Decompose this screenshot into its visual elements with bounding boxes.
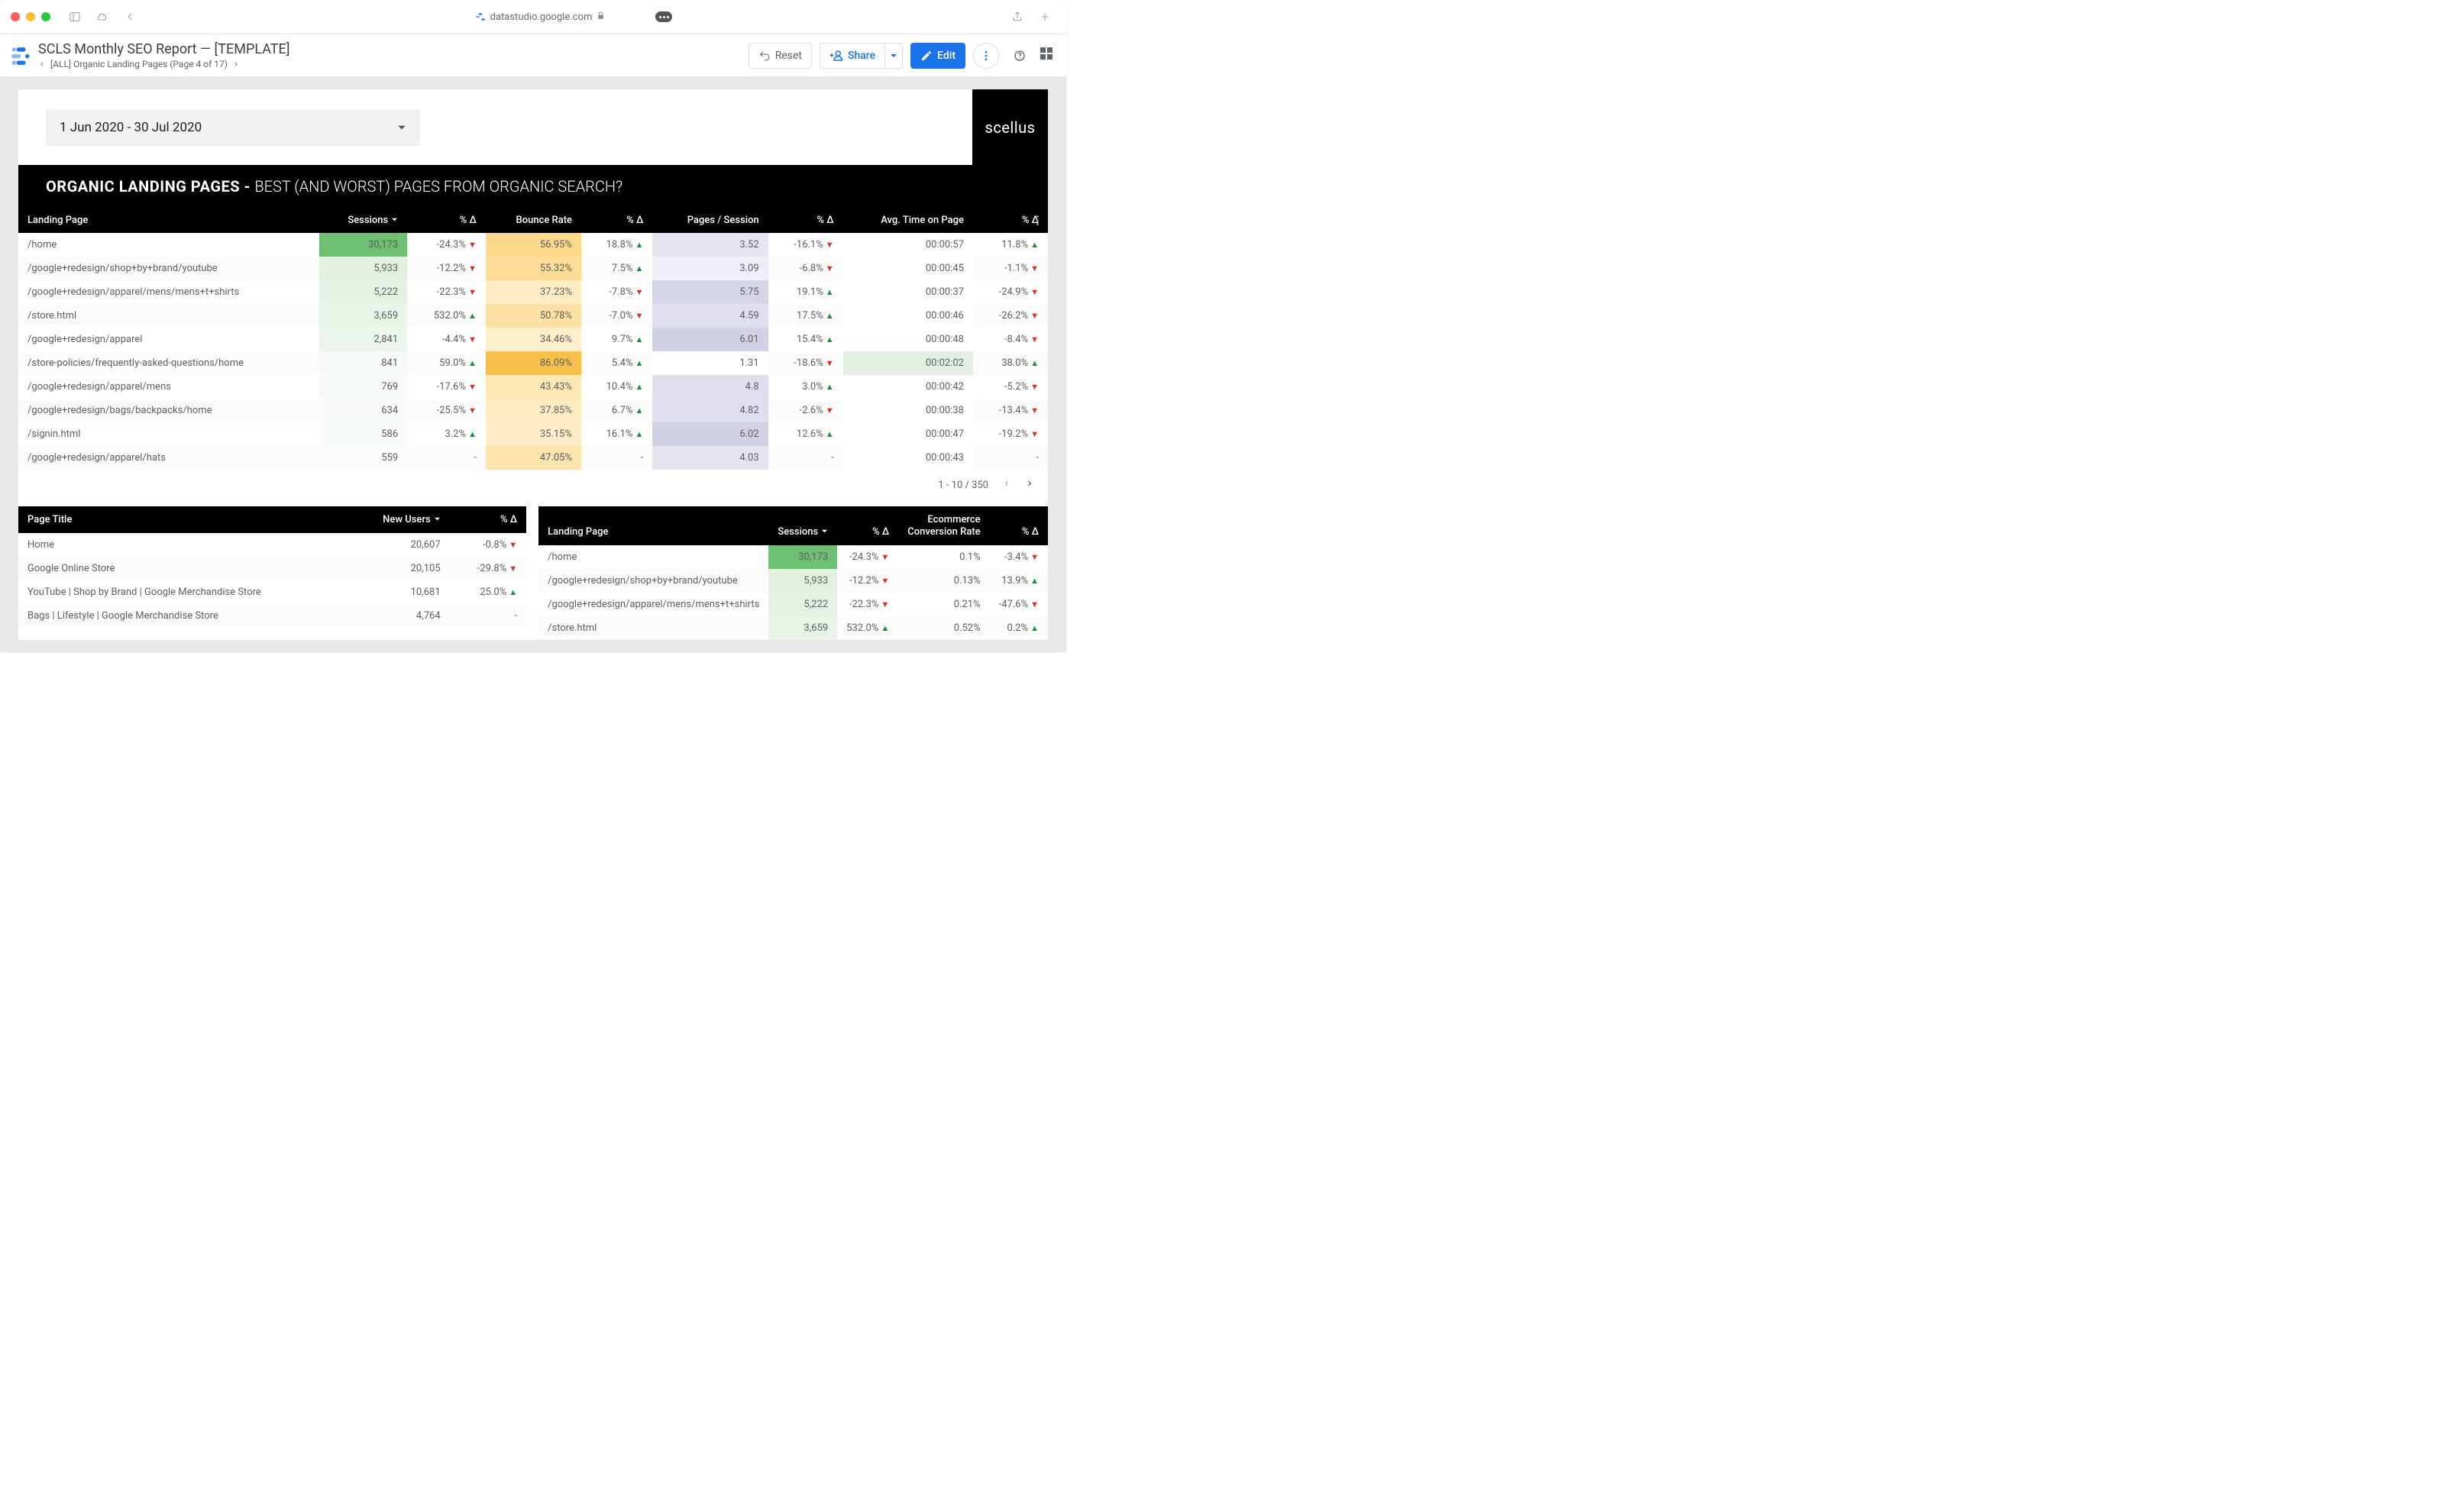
- table-row[interactable]: /home30,173-24.3%▼0.1%-3.4%▼: [538, 545, 1048, 569]
- app-header: SCLS Monthly SEO Report — [TEMPLATE] [AL…: [0, 34, 1066, 77]
- column-header[interactable]: % Δ: [768, 208, 843, 233]
- url-text: datastudio.google.com: [490, 11, 593, 23]
- apps-grid-button[interactable]: [1040, 47, 1057, 64]
- date-range-picker[interactable]: 1 Jun 2020 - 30 Jul 2020: [46, 109, 420, 146]
- back-button[interactable]: [119, 8, 141, 26]
- share-dropdown[interactable]: [884, 43, 903, 69]
- pager-text: 1 - 10 / 350: [938, 480, 988, 491]
- column-header[interactable]: Landing Page: [538, 506, 768, 545]
- table-row[interactable]: /home30,173-24.3%▼56.95%18.8%▲3.52-16.1%…: [18, 233, 1048, 257]
- more-vert-icon: [980, 50, 992, 62]
- column-header[interactable]: EcommerceConversion Rate: [898, 506, 989, 545]
- close-window-icon[interactable]: [11, 12, 20, 21]
- edit-label: Edit: [937, 50, 956, 62]
- chevron-left-icon[interactable]: [38, 60, 46, 68]
- column-header[interactable]: % Δ: [990, 506, 1048, 545]
- table-row[interactable]: /store.html3,659532.0%▲50.78%-7.0%▼4.591…: [18, 304, 1048, 328]
- help-button[interactable]: [1007, 43, 1033, 69]
- table-row[interactable]: /google+redesign/apparel/mens/mens+t+shi…: [18, 280, 1048, 304]
- table-row[interactable]: /google+redesign/apparel/hats559-47.05%-…: [18, 446, 1048, 470]
- breadcrumb[interactable]: [ALL] Organic Landing Pages (Page 4 of 1…: [38, 59, 290, 69]
- grid-icon: [1040, 47, 1057, 60]
- sidebar-toggle-icon[interactable]: [64, 8, 86, 26]
- table-row[interactable]: Google Online Store20,105-29.8%▼: [18, 557, 526, 580]
- more-options-button[interactable]: [973, 43, 999, 69]
- table-row[interactable]: YouTube | Shop by Brand | Google Merchan…: [18, 580, 526, 604]
- column-header[interactable]: Pages / Session: [652, 208, 768, 233]
- conversion-panel: Landing PageSessions% ΔEcommerceConversi…: [538, 506, 1048, 640]
- column-header[interactable]: Landing Page: [18, 208, 319, 233]
- maximize-window-icon[interactable]: [41, 12, 50, 21]
- pencil-icon: [920, 50, 933, 62]
- column-header[interactable]: % Δ: [450, 506, 526, 533]
- table-pager: 1 - 10 / 350: [18, 470, 1048, 500]
- table-row[interactable]: /store-policies/frequently-asked-questio…: [18, 351, 1048, 375]
- browser-toolbar: datastudio.google.com: [0, 0, 1066, 34]
- table-row[interactable]: /google+redesign/shop+by+brand/youtube5,…: [538, 569, 1048, 593]
- pager-next[interactable]: [1025, 479, 1034, 491]
- main-table: Landing PageSessions% ΔBounce Rate% ΔPag…: [18, 208, 1048, 470]
- window-controls[interactable]: [11, 12, 50, 21]
- help-icon: [1014, 50, 1026, 62]
- section-title: ORGANIC LANDING PAGES - BEST (AND WORST)…: [18, 165, 1048, 208]
- address-bar[interactable]: datastudio.google.com: [147, 11, 1001, 23]
- table-row[interactable]: /google+redesign/apparel/mens769-17.6%▼4…: [18, 375, 1048, 399]
- report-canvas: 1 Jun 2020 - 30 Jul 2020 scellus ORGANIC…: [0, 77, 1066, 652]
- column-header[interactable]: % Δ: [407, 208, 486, 233]
- table-row[interactable]: /google+redesign/apparel2,841-4.4%▼34.46…: [18, 328, 1048, 351]
- chevron-right-icon[interactable]: [232, 60, 240, 68]
- date-range-text: 1 Jun 2020 - 30 Jul 2020: [60, 120, 202, 135]
- minimize-window-icon[interactable]: [26, 12, 35, 21]
- datastudio-favicon: [475, 11, 486, 22]
- table-row[interactable]: Bags | Lifestyle | Google Merchandise St…: [18, 604, 526, 628]
- table-row[interactable]: /signin.html5863.2%▲35.15%16.1%▲6.0212.6…: [18, 422, 1048, 446]
- edit-button[interactable]: Edit: [910, 43, 965, 69]
- column-header[interactable]: Bounce Rate: [486, 208, 581, 233]
- column-header[interactable]: Sessions: [319, 208, 407, 233]
- chart-options-button[interactable]: [1033, 212, 1042, 228]
- reader-badge-icon[interactable]: [655, 11, 672, 22]
- lock-icon: [597, 11, 605, 23]
- document-title[interactable]: SCLS Monthly SEO Report — [TEMPLATE]: [38, 41, 290, 57]
- table-row[interactable]: Home20,607-0.8%▼: [18, 533, 526, 557]
- reset-label: Reset: [775, 50, 802, 62]
- cloud-tabs-icon[interactable]: [92, 8, 113, 26]
- column-header[interactable]: Sessions: [768, 506, 837, 545]
- share-label: Share: [848, 50, 875, 62]
- share-icon[interactable]: [1007, 8, 1028, 26]
- pager-prev[interactable]: [1002, 479, 1011, 491]
- reset-button[interactable]: Reset: [749, 43, 812, 69]
- table-row[interactable]: /google+redesign/bags/backpacks/home634-…: [18, 399, 1048, 422]
- column-header[interactable]: % Δ: [837, 506, 898, 545]
- new-tab-icon[interactable]: [1034, 8, 1056, 26]
- column-header[interactable]: Page Title: [18, 506, 350, 533]
- column-header[interactable]: Avg. Time on Page: [843, 208, 973, 233]
- person-add-icon: [829, 49, 843, 63]
- table-row[interactable]: /store.html3,659532.0%▲0.52%0.2%▲: [538, 616, 1048, 640]
- column-header[interactable]: % Δ: [581, 208, 652, 233]
- share-button[interactable]: Share: [820, 43, 884, 69]
- datastudio-logo-icon[interactable]: [9, 44, 32, 67]
- table-row[interactable]: /google+redesign/shop+by+brand/youtube5,…: [18, 257, 1048, 280]
- page-title-panel: Page TitleNew Users% Δ Home20,607-0.8%▼G…: [18, 506, 526, 640]
- table-row[interactable]: /google+redesign/apparel/mens/mens+t+shi…: [538, 593, 1048, 616]
- column-header[interactable]: New Users: [350, 506, 450, 533]
- caret-down-icon: [890, 52, 897, 60]
- breadcrumb-text: [ALL] Organic Landing Pages (Page 4 of 1…: [50, 59, 228, 69]
- undo-icon: [758, 50, 771, 62]
- caret-down-icon: [397, 123, 406, 132]
- brand-logo: scellus: [972, 89, 1048, 165]
